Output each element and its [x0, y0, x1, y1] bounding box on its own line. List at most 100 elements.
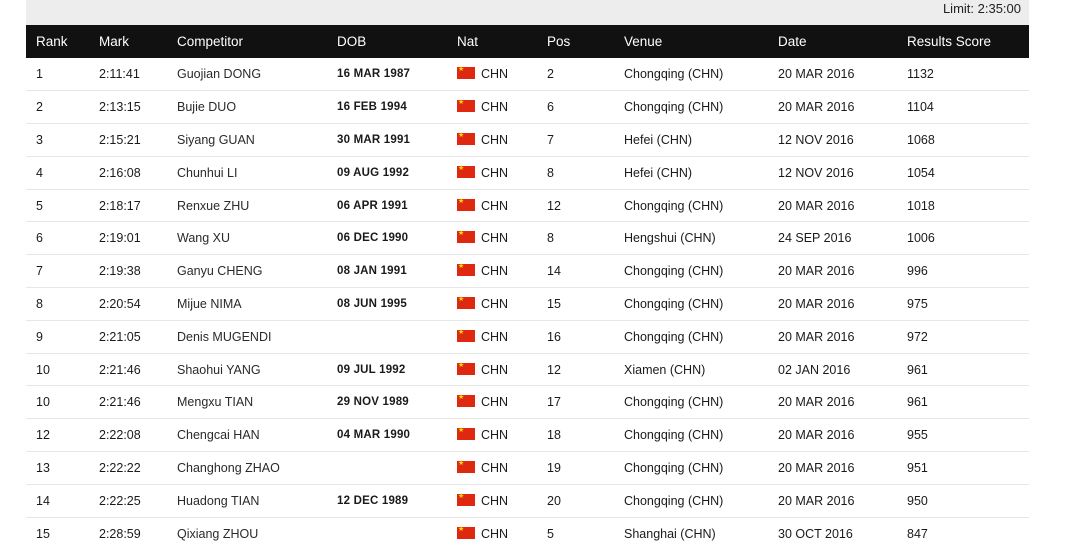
china-flag-icon: [457, 458, 475, 473]
score-cell: 996: [907, 264, 928, 279]
competitor-link[interactable]: Shaohui YANG: [177, 363, 261, 377]
competitor-link[interactable]: Chunhui LI: [177, 166, 237, 180]
nat-cell: CHN: [447, 353, 537, 386]
china-flag-icon: [457, 97, 475, 113]
dob-cell: [327, 320, 447, 353]
venue-cell: Xiamen (CHN): [624, 362, 706, 377]
nat-cell: CHN: [447, 386, 537, 419]
china-flag-icon: [457, 196, 475, 211]
competitor-cell: Shaohui YANG: [167, 353, 327, 386]
pos-cell: 8: [547, 165, 554, 180]
nat-code: CHN: [481, 296, 509, 311]
date-cell: 02 JAN 2016: [778, 362, 851, 377]
table-body: 1 2:11:41 Guojian DONG 16 MAR 1987 CHN 2 Chong…: [26, 58, 1029, 550]
header-nat[interactable]: Nat: [447, 25, 537, 58]
rank-cell: 8: [36, 296, 43, 311]
date-cell: 20 MAR 2016: [778, 395, 855, 410]
rank-cell: 2: [36, 100, 43, 115]
nat-code: CHN: [481, 362, 509, 377]
pos-cell: 8: [547, 231, 554, 246]
score-cell: 1006: [907, 231, 935, 246]
table-row: 13 2:22:22 Changhong ZHAO CHN 19 Chongqing (C…: [26, 452, 1029, 485]
header-competitor[interactable]: Competitor: [167, 25, 327, 58]
score-cell: 1054: [907, 165, 935, 180]
pos-cell: 5: [547, 526, 554, 541]
mark-cell: 2:22:22: [99, 460, 141, 475]
competitor-link[interactable]: Wang XU: [177, 231, 230, 245]
table-row: 12 2:22:08 Chengcai HAN 04 MAR 1990 CHN 18 Cho…: [26, 419, 1029, 452]
competitor-cell: Guojian DONG: [167, 58, 327, 91]
limit-bar: Limit: 2:35:00: [26, 0, 1029, 25]
competitor-link[interactable]: Denis MUGENDI: [177, 330, 271, 344]
header-mark[interactable]: Mark: [89, 25, 167, 58]
venue-cell: Chongqing (CHN): [624, 198, 724, 213]
nat-code: CHN: [481, 67, 509, 82]
china-flag-icon: [457, 524, 475, 539]
competitor-link[interactable]: Bujie DUO: [177, 100, 236, 114]
mark-cell: 2:16:08: [99, 165, 141, 180]
venue-cell: Chongqing (CHN): [624, 100, 724, 115]
competitor-cell: Ganyu CHENG: [167, 255, 327, 288]
china-flag-icon: [457, 130, 475, 145]
nat-cell: CHN: [447, 91, 537, 124]
competitor-cell: Changhong ZHAO: [167, 452, 327, 485]
venue-cell: Chongqing (CHN): [624, 329, 724, 344]
date-cell: 20 MAR 2016: [778, 67, 855, 82]
table-row: 14 2:22:25 Huadong TIAN 12 DEC 1989 CHN 20 Cho…: [26, 484, 1029, 518]
date-cell: 20 MAR 2016: [778, 428, 855, 443]
rank-cell: 15: [36, 526, 50, 541]
china-flag-icon: [457, 228, 475, 244]
venue-cell: Hefei (CHN): [624, 132, 693, 147]
china-flag-icon: [457, 392, 475, 408]
pos-cell: 6: [547, 100, 554, 115]
date-cell: 12 NOV 2016: [778, 132, 854, 147]
table-row: 1 2:11:41 Guojian DONG 16 MAR 1987 CHN 2 Chong…: [26, 58, 1029, 91]
score-cell: 972: [907, 329, 928, 344]
china-flag-icon: [457, 360, 475, 375]
competitor-link[interactable]: Changhong ZHAO: [177, 461, 280, 475]
competitor-link[interactable]: Huadong TIAN: [177, 494, 259, 508]
pos-cell: 17: [547, 395, 561, 410]
competitor-cell: Chunhui LI: [167, 156, 327, 189]
competitor-link[interactable]: Mengxu TIAN: [177, 395, 253, 409]
date-cell: 30 OCT 2016: [778, 526, 853, 541]
nat-cell: CHN: [447, 419, 537, 452]
header-pos[interactable]: Pos: [537, 25, 614, 58]
competitor-link[interactable]: Chengcai HAN: [177, 428, 260, 442]
competitor-link[interactable]: Ganyu CHENG: [177, 264, 262, 278]
mark-cell: 2:21:46: [99, 362, 141, 377]
competitor-link[interactable]: Siyang GUAN: [177, 133, 255, 147]
venue-cell: Chongqing (CHN): [624, 264, 724, 279]
nat-code: CHN: [481, 231, 509, 246]
nat-code: CHN: [481, 329, 509, 344]
table-row: 2 2:13:15 Bujie DUO 16 FEB 1994 CHN 6 Chongqin…: [26, 91, 1029, 124]
header-dob[interactable]: DOB: [327, 25, 447, 58]
header-date[interactable]: Date: [768, 25, 897, 58]
dob-cell: 09 JUL 1992: [337, 363, 406, 376]
header-results-score[interactable]: Results Score: [897, 25, 1029, 58]
competitor-cell: Huadong TIAN: [167, 484, 327, 517]
competitor-link[interactable]: Guojian DONG: [177, 67, 261, 81]
nat-cell: CHN: [447, 222, 537, 255]
competitor-link[interactable]: Qixiang ZHOU: [177, 527, 258, 541]
dob-cell: 04 MAR 1990: [337, 429, 411, 442]
results-page: Limit: 2:35:00 Rank Mark Competitor DOB …: [0, 0, 1080, 552]
header-rank[interactable]: Rank: [26, 25, 89, 58]
mark-cell: 2:21:05: [99, 329, 141, 344]
score-cell: 1104: [907, 100, 934, 115]
date-cell: 20 MAR 2016: [778, 264, 855, 279]
rank-cell: 10: [36, 395, 50, 410]
competitor-link[interactable]: Mijue NIMA: [177, 297, 242, 311]
rank-cell: 6: [36, 231, 43, 246]
venue-cell: Hengshui (CHN): [624, 231, 716, 246]
dob-cell: 16 FEB 1994: [337, 101, 407, 114]
mark-cell: 2:19:38: [99, 264, 141, 279]
dob-cell: 29 NOV 1989: [337, 396, 409, 409]
mark-cell: 2:19:01: [99, 231, 141, 246]
header-venue[interactable]: Venue: [614, 25, 768, 58]
score-cell: 1068: [907, 132, 935, 147]
competitor-link[interactable]: Renxue ZHU: [177, 199, 249, 213]
nat-code: CHN: [481, 460, 509, 475]
nat-code: CHN: [481, 132, 509, 147]
pos-cell: 14: [547, 264, 561, 279]
